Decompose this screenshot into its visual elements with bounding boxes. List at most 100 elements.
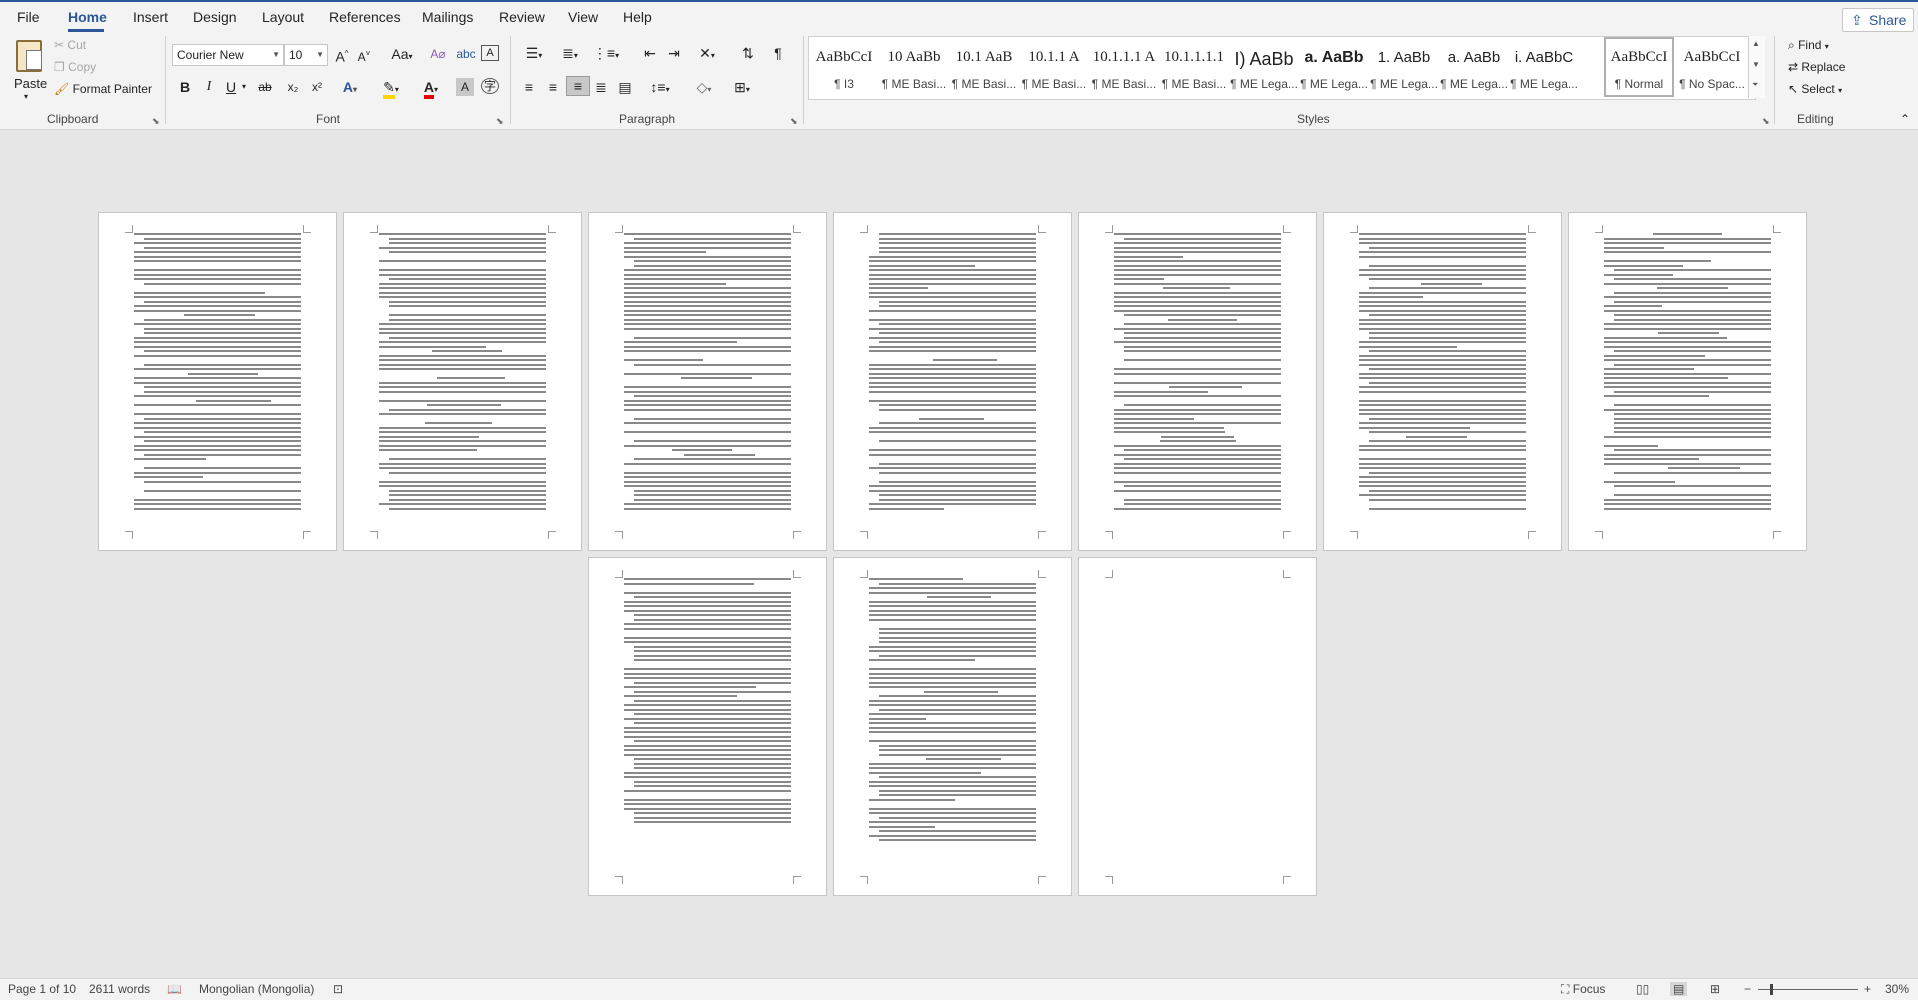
sort-icon[interactable]: ⇅ xyxy=(738,44,758,62)
style-me-basic-4[interactable]: 10.1.1.1 A ¶ ME Basi... xyxy=(1089,37,1159,97)
zoom-in-icon[interactable]: + xyxy=(1864,982,1871,996)
style-me-basic-2[interactable]: 10.1 AaB ¶ ME Basi... xyxy=(949,37,1019,97)
tab-home[interactable]: Home xyxy=(68,9,107,25)
style-me-legal-2[interactable]: a. AaBb ¶ ME Lega... xyxy=(1299,37,1369,97)
tab-insert[interactable]: Insert xyxy=(133,9,168,25)
asian-layout-icon[interactable]: ✕▾ xyxy=(694,44,720,65)
strikethrough-button[interactable]: ab xyxy=(256,78,274,96)
document-page[interactable] xyxy=(343,212,582,551)
style-i3[interactable]: AaBbCcI ¶ I3 xyxy=(809,37,879,97)
more-styles-icon[interactable]: ⏷ xyxy=(1752,80,1758,90)
italic-button[interactable]: I xyxy=(202,78,216,96)
scroll-down-icon[interactable]: ▼ xyxy=(1752,60,1760,69)
style-me-legal-5[interactable]: i. AaBbC ¶ ME Lega... xyxy=(1509,37,1579,97)
read-mode-icon[interactable]: ▯▯ xyxy=(1636,982,1649,996)
shrink-font-icon[interactable]: A˅ xyxy=(356,45,372,66)
character-border-icon[interactable]: A xyxy=(481,45,499,61)
paste-button[interactable]: Paste ▾ xyxy=(10,36,48,108)
cut-button[interactable]: ✂ Cut xyxy=(54,38,86,52)
document-page[interactable] xyxy=(588,212,827,551)
align-center-icon[interactable]: ≡ xyxy=(544,78,562,96)
highlight-color-button[interactable]: ✎▾ xyxy=(378,78,404,99)
paragraph-launcher-icon[interactable]: ⬊ xyxy=(790,116,798,127)
zoom-out-icon[interactable]: − xyxy=(1744,982,1751,996)
document-page[interactable] xyxy=(1078,557,1317,896)
macro-recording-icon[interactable]: ⊡ xyxy=(333,982,343,996)
proofing-icon[interactable]: 📖 xyxy=(167,982,182,996)
text-highlight-effects-icon[interactable]: abc xyxy=(456,45,476,63)
enclose-characters-icon[interactable]: 字 xyxy=(481,78,499,94)
tab-mailings[interactable]: Mailings xyxy=(422,9,473,25)
increase-indent-icon[interactable]: ⇥ xyxy=(664,44,684,62)
style-no-spacing[interactable]: AaBbCcI ¶ No Spac... xyxy=(1677,37,1747,97)
tab-review[interactable]: Review xyxy=(499,9,545,25)
font-color-button[interactable]: A▾ xyxy=(418,78,444,99)
style-me-legal-3[interactable]: 1. AaBb ¶ ME Lega... xyxy=(1369,37,1439,97)
tab-file[interactable]: File xyxy=(17,9,40,25)
subscript-button[interactable]: x₂ xyxy=(284,78,302,96)
clipboard-launcher-icon[interactable]: ⬊ xyxy=(152,116,160,127)
style-me-basic-3[interactable]: 10.1.1 A ¶ ME Basi... xyxy=(1019,37,1089,97)
document-page[interactable] xyxy=(833,557,1072,896)
decrease-indent-icon[interactable]: ⇤ xyxy=(640,44,660,62)
page-count[interactable]: Page 1 of 10 xyxy=(8,982,76,996)
chevron-down-icon[interactable]: ▾ xyxy=(240,78,248,96)
bold-button[interactable]: B xyxy=(178,78,192,96)
underline-button[interactable]: U xyxy=(224,78,238,96)
document-canvas[interactable] xyxy=(0,130,1918,978)
grow-font-icon[interactable]: A^ xyxy=(334,45,350,66)
bullets-icon[interactable]: ☰▾ xyxy=(520,44,548,65)
tab-help[interactable]: Help xyxy=(623,9,652,25)
align-right-icon[interactable]: ≡ xyxy=(566,76,590,96)
print-layout-icon[interactable]: ▤ xyxy=(1670,982,1688,996)
find-button[interactable]: ⌕ Find ▾ xyxy=(1788,38,1829,53)
text-effects-icon[interactable]: A▾ xyxy=(340,78,360,99)
shading-icon[interactable]: ◇▾ xyxy=(690,78,718,99)
web-layout-icon[interactable]: ⊞ xyxy=(1710,982,1720,996)
line-spacing-icon[interactable]: ↕≡▾ xyxy=(646,78,674,99)
focus-button[interactable]: ⛶ Focus xyxy=(1561,982,1605,997)
multilevel-list-icon[interactable]: ⋮≡▾ xyxy=(592,44,620,65)
styles-gallery-scroller[interactable]: ▲ ▼ ⏷ xyxy=(1748,36,1765,98)
zoom-level[interactable]: 30% xyxy=(1885,982,1909,996)
font-size-combobox[interactable]: 10 ▼ xyxy=(284,44,328,66)
language-indicator[interactable]: Mongolian (Mongolia) xyxy=(199,982,314,996)
style-me-basic-1[interactable]: 10 AaBb ¶ ME Basi... xyxy=(879,37,949,97)
zoom-slider-track[interactable] xyxy=(1758,989,1858,990)
replace-button[interactable]: ⇄ Replace xyxy=(1788,60,1845,74)
font-name-combobox[interactable]: Courier New ▼ xyxy=(172,44,284,66)
share-button[interactable]: ⇪ Share xyxy=(1842,8,1914,32)
show-formatting-marks-icon[interactable]: ¶ xyxy=(768,44,788,62)
borders-icon[interactable]: ⊞▾ xyxy=(728,78,756,99)
font-launcher-icon[interactable]: ⬊ xyxy=(496,116,504,127)
clear-formatting-icon[interactable]: A⌀ xyxy=(428,45,448,63)
tab-view[interactable]: View xyxy=(568,9,598,25)
numbering-icon[interactable]: ≣▾ xyxy=(556,44,584,65)
tab-layout[interactable]: Layout xyxy=(262,9,304,25)
styles-launcher-icon[interactable]: ⬊ xyxy=(1762,116,1770,127)
copy-button[interactable]: ❐ Copy xyxy=(54,60,96,74)
tab-references[interactable]: References xyxy=(329,9,401,25)
document-page[interactable] xyxy=(1568,212,1807,551)
document-page[interactable] xyxy=(98,212,337,551)
character-shading-icon[interactable]: A xyxy=(456,78,474,96)
collapse-ribbon-icon[interactable]: ⌃ xyxy=(1900,112,1910,126)
justify-icon[interactable]: ≣ xyxy=(592,78,610,96)
document-page[interactable] xyxy=(833,212,1072,551)
format-painter-button[interactable]: 🖌 Format Painter xyxy=(54,82,152,96)
document-page[interactable] xyxy=(1078,212,1317,551)
distributed-icon[interactable]: ▤ xyxy=(616,78,634,96)
tab-design[interactable]: Design xyxy=(193,9,237,25)
change-case-button[interactable]: Aa▾ xyxy=(388,45,416,66)
document-page[interactable] xyxy=(588,557,827,896)
align-left-icon[interactable]: ≡ xyxy=(520,78,538,96)
select-button[interactable]: ↖ Select ▾ xyxy=(1788,82,1842,96)
style-me-legal-4[interactable]: a. AaBb ¶ ME Lega... xyxy=(1439,37,1509,97)
style-me-basic-5[interactable]: 10.1.1.1.1 ¶ ME Basi... xyxy=(1159,37,1229,97)
superscript-button[interactable]: x² xyxy=(308,78,326,96)
style-normal[interactable]: AaBbCcI ¶ Normal xyxy=(1604,37,1674,97)
zoom-slider-thumb[interactable] xyxy=(1770,984,1773,995)
scroll-up-icon[interactable]: ▲ xyxy=(1752,39,1760,48)
style-me-legal-1[interactable]: I) AaBb ¶ ME Lega... xyxy=(1229,37,1299,97)
document-page[interactable] xyxy=(1323,212,1562,551)
